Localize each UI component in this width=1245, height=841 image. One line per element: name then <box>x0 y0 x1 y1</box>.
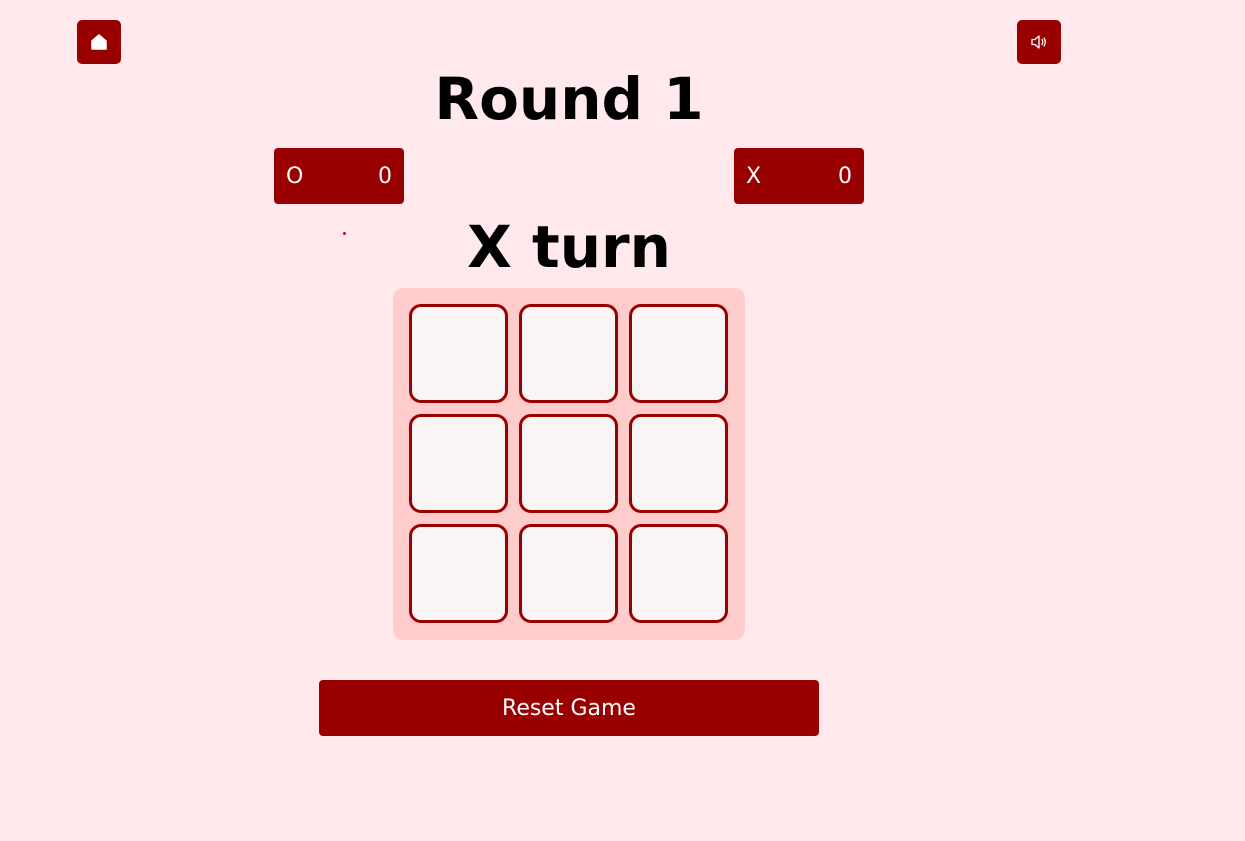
round-title: Round 1 <box>434 65 704 133</box>
speaker-icon <box>1031 35 1046 49</box>
board-cell-1[interactable] <box>409 304 508 403</box>
board-cell-2[interactable] <box>519 304 618 403</box>
board-cell-3[interactable] <box>629 304 728 403</box>
sound-button[interactable] <box>1017 20 1061 64</box>
score-value-x: 0 <box>838 163 852 189</box>
board-cell-9[interactable] <box>629 524 728 623</box>
score-card-x: X 0 <box>734 148 864 204</box>
home-button[interactable] <box>77 20 121 64</box>
turn-indicator: X turn <box>467 213 671 281</box>
score-symbol-o: O <box>286 163 304 189</box>
board-cell-7[interactable] <box>409 524 508 623</box>
reset-game-button[interactable]: Reset Game <box>319 680 819 736</box>
board-cell-8[interactable] <box>519 524 618 623</box>
score-symbol-x: X <box>746 163 762 189</box>
game-board <box>393 288 745 640</box>
board-cell-6[interactable] <box>629 414 728 513</box>
board-cell-5[interactable] <box>519 414 618 513</box>
home-icon <box>91 34 107 50</box>
score-card-o: O 0 <box>274 148 404 204</box>
board-cell-4[interactable] <box>409 414 508 513</box>
score-value-o: 0 <box>378 163 392 189</box>
